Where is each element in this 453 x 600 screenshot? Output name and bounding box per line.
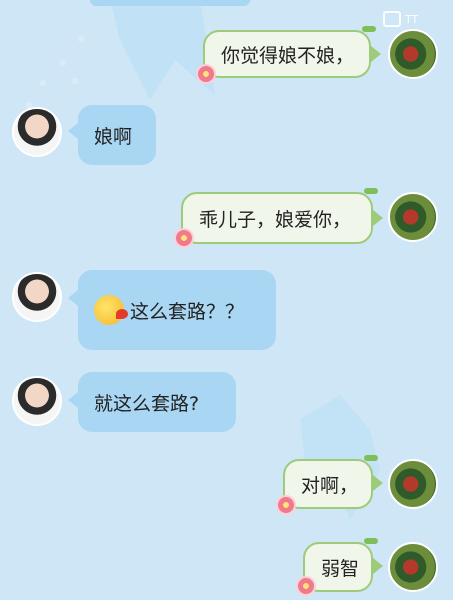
message-bubble-outgoing[interactable]: 你觉得娘不娘， <box>203 30 371 78</box>
message-row: 对啊， <box>0 455 453 519</box>
message-row: 弱智 <box>0 538 453 600</box>
message-bubble-outgoing[interactable]: 乖儿子，娘爱你， <box>181 192 373 244</box>
message-row: 就这么套路? <box>0 372 453 434</box>
sunglasses-kiss-emoji-icon <box>94 295 128 325</box>
flower-decoration-icon <box>198 66 214 82</box>
message-text: 乖儿子，娘爱你， <box>199 208 352 231</box>
message-row: 乖儿子，娘爱你， <box>0 188 453 252</box>
bubble-tail <box>68 392 78 408</box>
message-bubble-incoming[interactable]: 娘啊 <box>78 105 156 165</box>
message-text: 你觉得娘不娘， <box>221 44 355 67</box>
message-bubble-incoming[interactable]: 就这么套路? <box>78 372 236 432</box>
message-row: 娘啊 <box>0 103 453 165</box>
message-row: 你觉得娘不娘， <box>0 26 453 86</box>
avatar-self[interactable] <box>388 542 438 592</box>
flower-decoration-icon <box>176 230 192 246</box>
avatar-self[interactable] <box>388 29 438 79</box>
avatar-contact[interactable] <box>12 107 62 157</box>
bubble-tail <box>68 123 78 139</box>
avatar-self[interactable] <box>388 192 438 242</box>
bubble-tail <box>373 475 383 491</box>
avatar-contact[interactable] <box>12 272 62 322</box>
message-row: 这么套路？？ <box>0 268 453 352</box>
leaf-decoration-icon <box>364 455 378 461</box>
message-text: 这么套路？？ <box>130 300 245 323</box>
avatar-self[interactable] <box>388 459 438 509</box>
bubble-tail <box>371 46 381 62</box>
leaf-decoration-icon <box>364 188 378 194</box>
message-bubble-outgoing[interactable]: 对啊， <box>283 459 373 509</box>
message-text: 娘啊 <box>94 125 133 148</box>
message-text: 就这么套路? <box>94 392 200 415</box>
message-text: 对啊， <box>301 474 359 497</box>
avatar-contact[interactable] <box>12 376 62 426</box>
leaf-decoration-icon <box>362 26 376 32</box>
message-text: 弱智 <box>321 557 360 580</box>
chat-area[interactable]: 你觉得娘不娘， 娘啊 乖儿子，娘爱你， 这么套路？？ 就这么套路? 对啊， 弱智 <box>0 0 453 600</box>
bubble-tail <box>373 210 383 226</box>
flower-decoration-icon <box>278 497 294 513</box>
flower-decoration-icon <box>298 578 314 594</box>
message-bubble-incoming[interactable]: 这么套路？？ <box>78 270 276 350</box>
bubble-tail <box>373 558 383 574</box>
bubble-tail <box>68 290 78 306</box>
leaf-decoration-icon <box>364 538 378 544</box>
